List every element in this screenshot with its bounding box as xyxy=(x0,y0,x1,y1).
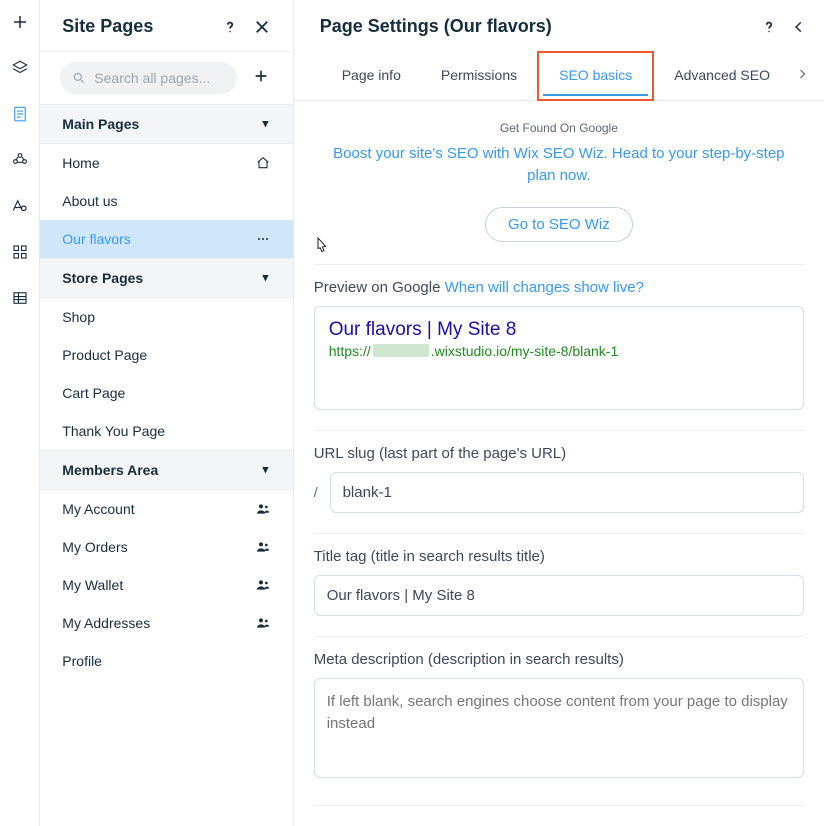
search-row: Search all pages... xyxy=(40,52,292,104)
page-label: Profile xyxy=(62,653,102,669)
meta-description-label: Meta description (description in search … xyxy=(314,651,804,668)
members-icon xyxy=(255,615,271,631)
chevron-down-icon: ▲ xyxy=(260,118,271,130)
chevron-down-icon: ▲ xyxy=(260,272,271,284)
page-item-cart[interactable]: Cart Page xyxy=(40,374,292,412)
url-slug-input[interactable] xyxy=(330,472,804,513)
meta-description-input[interactable] xyxy=(314,678,804,778)
apps-icon[interactable] xyxy=(8,240,32,264)
page-settings-panel: Page Settings (Our flavors) Page info Pe… xyxy=(294,0,824,826)
help-icon[interactable] xyxy=(221,18,239,36)
typography-icon[interactable] xyxy=(8,194,32,218)
page-item-myaddresses[interactable]: My Addresses xyxy=(40,604,292,642)
redacted-domain xyxy=(373,344,429,357)
home-icon xyxy=(255,155,271,171)
page-label: My Orders xyxy=(62,539,127,555)
site-pages-panel: Site Pages Search all pages... Main Page… xyxy=(40,0,293,826)
page-item-myaccount[interactable]: My Account xyxy=(40,490,292,528)
page-item-about[interactable]: About us xyxy=(40,182,292,220)
page-item-shop[interactable]: Shop xyxy=(40,298,292,336)
page-item-product[interactable]: Product Page xyxy=(40,336,292,374)
page-item-home[interactable]: Home xyxy=(40,144,292,182)
tab-advanced-seo[interactable]: Advanced SEO xyxy=(654,53,790,99)
table-icon[interactable] xyxy=(8,286,32,310)
page-item-thankyou[interactable]: Thank You Page xyxy=(40,412,292,450)
section-store-pages[interactable]: Store Pages ▲ xyxy=(40,258,292,298)
google-preview-box: Our flavors | My Site 8 https://.wixstud… xyxy=(314,306,804,410)
section-label: Members Area xyxy=(62,462,158,478)
tab-seo-basics[interactable]: SEO basics xyxy=(537,51,654,101)
page-label: Home xyxy=(62,155,99,171)
page-label: Cart Page xyxy=(62,385,125,401)
help-icon[interactable] xyxy=(760,18,778,36)
section-members-area[interactable]: Members Area ▲ xyxy=(40,450,292,490)
slash-label: / xyxy=(314,484,318,500)
settings-tabs: Page info Permissions SEO basics Advance… xyxy=(294,51,824,101)
url-slug-label: URL slug (last part of the page's URL) xyxy=(314,445,804,462)
page-item-our-flavors[interactable]: Our flavors xyxy=(40,220,292,258)
people-icon[interactable] xyxy=(8,148,32,172)
preview-url: https://.wixstudio.io/my-site-8/blank-1 xyxy=(329,343,789,359)
changes-show-live-link[interactable]: When will changes show live? xyxy=(445,279,644,296)
page-settings-header: Page Settings (Our flavors) xyxy=(294,0,824,51)
members-icon xyxy=(255,501,271,517)
title-tag-label: Title tag (title in search results title… xyxy=(314,548,804,565)
close-icon[interactable] xyxy=(253,18,271,36)
more-icon[interactable] xyxy=(255,231,271,247)
site-pages-header: Site Pages xyxy=(40,0,292,52)
chevron-down-icon: ▲ xyxy=(260,464,271,476)
page-label: Product Page xyxy=(62,347,147,363)
page-item-myorders[interactable]: My Orders xyxy=(40,528,292,566)
page-label: Shop xyxy=(62,309,95,325)
page-settings-title: Page Settings (Our flavors) xyxy=(320,16,552,37)
preview-title: Our flavors | My Site 8 xyxy=(329,319,789,341)
preview-label: Preview on Google When will changes show… xyxy=(314,279,804,296)
page-label: My Addresses xyxy=(62,615,150,631)
search-placeholder: Search all pages... xyxy=(94,70,210,86)
page-item-mywallet[interactable]: My Wallet xyxy=(40,566,292,604)
search-input[interactable]: Search all pages... xyxy=(60,62,236,94)
go-to-seo-wiz-button[interactable]: Go to SEO Wiz xyxy=(485,207,633,242)
seo-boost-text: Boost your site's SEO with Wix SEO Wiz. … xyxy=(314,143,804,187)
page-label: My Account xyxy=(62,501,134,517)
page-label: My Wallet xyxy=(62,577,123,593)
members-icon xyxy=(255,577,271,593)
layers-icon[interactable] xyxy=(8,56,32,80)
site-pages-title: Site Pages xyxy=(62,16,153,37)
left-rail xyxy=(0,0,40,826)
page-icon[interactable] xyxy=(8,102,32,126)
search-icon xyxy=(72,71,86,85)
page-item-profile[interactable]: Profile xyxy=(40,642,292,680)
tab-page-info[interactable]: Page info xyxy=(322,53,421,99)
back-icon[interactable] xyxy=(792,20,806,34)
page-label: Our flavors xyxy=(62,231,130,247)
page-label: About us xyxy=(62,193,117,209)
tabs-scroll-right-icon[interactable] xyxy=(790,67,814,85)
add-icon[interactable] xyxy=(8,10,32,34)
get-found-label: Get Found On Google xyxy=(314,121,804,135)
add-page-button[interactable] xyxy=(249,67,273,90)
section-label: Store Pages xyxy=(62,270,143,286)
section-label: Main Pages xyxy=(62,116,139,132)
page-label: Thank You Page xyxy=(62,423,165,439)
members-icon xyxy=(255,539,271,555)
tab-permissions[interactable]: Permissions xyxy=(421,53,537,99)
title-tag-input[interactable] xyxy=(314,575,804,616)
section-main-pages[interactable]: Main Pages ▲ xyxy=(40,104,292,144)
